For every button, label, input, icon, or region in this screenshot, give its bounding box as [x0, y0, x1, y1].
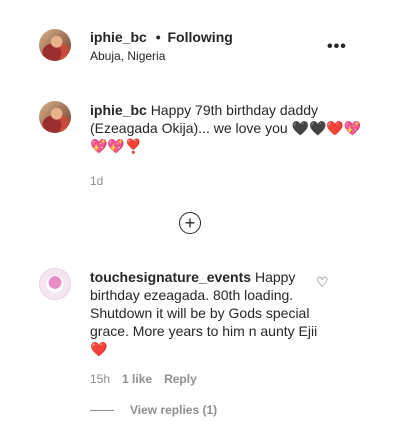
header-separator: •: [155, 29, 161, 45]
reply-button[interactable]: Reply: [164, 372, 197, 386]
replies-divider: [90, 410, 114, 411]
comment-avatar[interactable]: [39, 268, 71, 300]
caption-avatar[interactable]: [39, 101, 71, 133]
comment-timestamp[interactable]: 15h: [90, 372, 110, 386]
avatar-iphie_bc[interactable]: [39, 29, 71, 61]
comment-username[interactable]: touchesignature_events: [90, 269, 251, 285]
comment-likes-count[interactable]: 1 like: [122, 372, 152, 386]
caption: iphie_bc Happy 79th birthday daddy (Ezea…: [90, 101, 365, 155]
following-button[interactable]: Following: [167, 29, 232, 45]
post-location[interactable]: Abuja, Nigeria: [90, 49, 165, 63]
post-header: iphie_bc • Following: [90, 29, 233, 45]
comment-body: touchesignature_events Happy birthday ez…: [90, 268, 320, 358]
heart-outline-icon[interactable]: ♡: [316, 274, 329, 291]
load-more-comments-icon[interactable]: +: [179, 212, 201, 234]
more-options-icon[interactable]: •••: [327, 38, 347, 56]
caption-timestamp[interactable]: 1d: [90, 174, 103, 188]
view-replies-button[interactable]: View replies (1): [130, 403, 217, 417]
comment-meta: 15h 1 like Reply: [90, 372, 197, 386]
caption-username[interactable]: iphie_bc: [90, 102, 147, 118]
header-username[interactable]: iphie_bc: [90, 29, 147, 45]
